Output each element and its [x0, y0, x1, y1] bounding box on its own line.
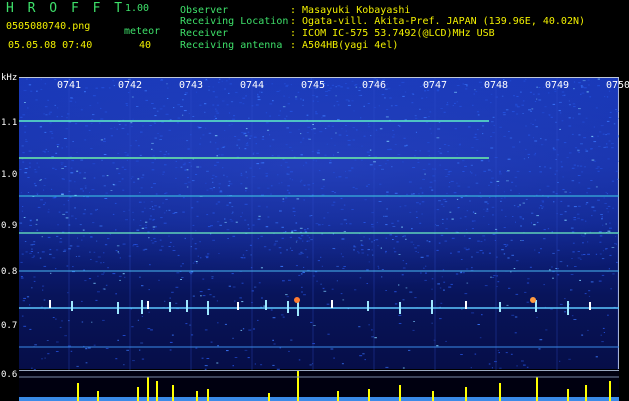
y-tick-label: 0.8 [1, 268, 17, 277]
activity-spike [499, 383, 501, 401]
location-value: : Ogata-vill. Akita-Pref. JAPAN (139.96E… [290, 17, 585, 27]
time-label: 0741 [57, 81, 81, 91]
app-title: H R O F F T [6, 2, 125, 15]
meteor-echo [431, 300, 433, 314]
time-label: 0745 [301, 81, 325, 91]
location-key: Receiving Location [180, 17, 288, 27]
meteor-echo [331, 300, 333, 308]
meteor-echo [499, 302, 501, 312]
activity-spike [368, 389, 370, 401]
meteor-label: meteor [124, 27, 160, 37]
meteor-echo [207, 301, 209, 315]
time-label: 0746 [362, 81, 386, 91]
meteor-echo [147, 301, 149, 309]
time-label: 0750 [606, 81, 629, 91]
antenna-value: : A504HB(yagi 4el) [290, 41, 398, 51]
time-label: 0743 [179, 81, 203, 91]
activity-trace [19, 371, 619, 401]
y-tick-label: 1.1 [1, 119, 17, 128]
meteor-echo [237, 302, 239, 310]
meteor-echo [465, 301, 467, 309]
activity-spike [536, 377, 538, 401]
meteor-echo [589, 302, 591, 310]
meteor-echo [186, 300, 188, 312]
spectrogram-canvas [19, 78, 619, 370]
activity-spike [172, 385, 174, 401]
meteor-echo [399, 302, 401, 314]
noise-texture [19, 78, 619, 370]
meteor-echo [567, 301, 569, 315]
meteor-activity-strip [19, 370, 619, 401]
receiver-value: : ICOM IC-575 53.7492(@LCD)MHz USB [290, 29, 495, 39]
y-unit-label: kHz [1, 74, 17, 83]
meteor-head-echo [294, 297, 300, 303]
antenna-key: Receiving antenna [180, 41, 282, 51]
meteor-echo [71, 301, 73, 311]
meteor-count: 40 [139, 41, 151, 51]
activity-spike [77, 383, 79, 401]
activity-spike [156, 381, 158, 401]
time-label: 0749 [545, 81, 569, 91]
meteor-echo [141, 300, 143, 314]
meteor-head-echo [530, 297, 536, 303]
time-label: 0748 [484, 81, 508, 91]
file-name: 0505080740.png [6, 22, 90, 32]
observer-key: Observer [180, 6, 228, 16]
meteor-echo [297, 302, 299, 316]
y-tick-label: 0.9 [1, 222, 17, 231]
activity-spike [465, 387, 467, 401]
observer-value: : Masayuki Kobayashi [290, 6, 410, 16]
activity-spike [567, 389, 569, 401]
activity-spike [297, 371, 299, 401]
meteor-echo [117, 302, 119, 314]
activity-spike [585, 385, 587, 401]
time-label: 0747 [423, 81, 447, 91]
y-tick-label: 1.0 [1, 171, 17, 180]
activity-spike [609, 381, 611, 401]
receiver-key: Receiver [180, 29, 228, 39]
date-time: 05.05.08 07:40 [8, 41, 92, 51]
y-tick-label: 0.7 [1, 322, 17, 331]
noise-floor [19, 397, 619, 401]
meteor-echo [49, 300, 51, 308]
meteor-echo [287, 301, 289, 313]
activity-spike [207, 389, 209, 401]
meteor-echo [265, 300, 267, 310]
meteor-echo [367, 301, 369, 311]
time-label: 0744 [240, 81, 264, 91]
time-label: 0742 [118, 81, 142, 91]
spectrogram-plot [19, 77, 619, 369]
activity-spike [399, 385, 401, 401]
app-version: 1.00 [125, 4, 149, 14]
activity-spike [147, 377, 149, 401]
y-tick-label: 0.6 [1, 371, 17, 380]
activity-spike [137, 387, 139, 401]
meteor-echo [169, 302, 171, 312]
